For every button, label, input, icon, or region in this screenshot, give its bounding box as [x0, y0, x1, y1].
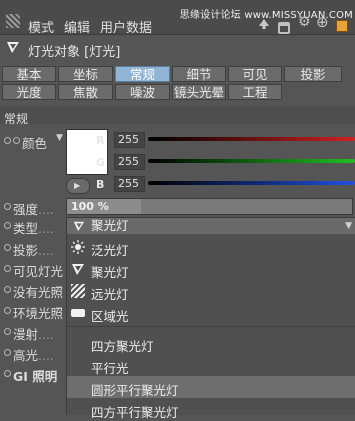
keyframe-bullet-icon[interactable]	[4, 265, 11, 272]
expand-triangle-icon[interactable]: ▼	[56, 133, 63, 143]
green-value-field[interactable]: 255	[114, 154, 145, 170]
dropdown-item-square-parallel-spot[interactable]: 四方平行聚光灯	[67, 398, 355, 420]
keyframe-bullet-icon[interactable]	[4, 370, 11, 377]
blue-channel-label: B	[96, 178, 105, 191]
play-arrow-icon: ▶	[74, 181, 81, 190]
gi-label: GI 照明	[13, 369, 58, 384]
specular-label: 高光....	[13, 348, 54, 363]
dropdown-item-label: 四方平行聚光灯	[91, 405, 179, 420]
color-label: 颜色	[22, 136, 48, 151]
lock-icon[interactable]	[278, 22, 290, 34]
visible-light-label: 可见灯光	[13, 264, 64, 279]
red-value-field[interactable]: 255	[114, 132, 145, 148]
dropdown-item-label: 远光灯	[91, 287, 129, 302]
tab-general[interactable]: 常规	[115, 66, 170, 82]
keyframe-bullet-icon[interactable]	[4, 307, 11, 314]
keyframe-bullet-icon[interactable]	[4, 203, 11, 210]
menu-edit[interactable]: 编辑	[64, 17, 90, 36]
object-header: 灯光对象 [灯光]	[0, 36, 355, 62]
red-channel-label: R	[96, 134, 105, 147]
add-icon[interactable]: ⊕	[316, 13, 329, 31]
tab-details[interactable]: 细节	[172, 66, 226, 82]
dropdown-separator	[67, 326, 355, 327]
dropdown-item-round-parallel-spot[interactable]: 圆形平行聚光灯	[67, 376, 355, 398]
dropdown-item-label: 圆形平行聚光灯	[91, 383, 179, 398]
dropdown-item-infinite[interactable]: 远光灯	[67, 280, 355, 302]
dropdown-item-spot[interactable]: 聚光灯	[67, 258, 355, 280]
object-title: 灯光对象 [灯光]	[28, 45, 121, 60]
intensity-label: 强度....	[13, 202, 54, 217]
tab-noise[interactable]: 噪波	[115, 84, 170, 100]
keyframe-bullet-icon[interactable]	[4, 328, 11, 335]
tab-coordinates[interactable]: 坐标	[58, 66, 113, 82]
blue-slider[interactable]	[148, 181, 355, 185]
intensity-value: 100 %	[71, 200, 109, 213]
green-channel-label: G	[96, 156, 106, 169]
keyframe-bullet-icon[interactable]	[4, 349, 11, 356]
menu-user-data[interactable]: 用户数据	[100, 17, 152, 36]
type-label: 类型....	[13, 221, 54, 236]
no-light-label: 没有光照	[13, 285, 64, 300]
dropdown-item-square-spot[interactable]: 四方聚光灯	[67, 332, 355, 354]
light-type-dropdown: 泛光灯 聚光灯 远光灯 区域光 四方聚光灯 平行光 圆形平行聚光灯 四方平行聚光…	[66, 234, 355, 420]
menu-mode[interactable]: 模式	[28, 17, 54, 36]
intensity-slider[interactable]: 100 %	[66, 198, 353, 215]
light-type-value: 聚光灯	[91, 218, 129, 233]
grip-handle-icon[interactable]	[6, 14, 20, 28]
tab-lens-flare[interactable]: 镜头光晕	[172, 84, 226, 100]
chevron-down-icon: ▼	[345, 221, 352, 231]
blue-value-field[interactable]: 255	[114, 176, 145, 192]
dropdown-item-label: 四方聚光灯	[91, 339, 154, 354]
dropdown-item-area[interactable]: 区域光	[67, 302, 355, 324]
color-mode-toggle[interactable]: ▶	[66, 178, 90, 194]
keyframe-bullet-icon[interactable]	[4, 137, 11, 144]
spot-light-icon	[7, 42, 19, 53]
diffuse-label: 漫射....	[13, 327, 54, 342]
dropdown-item-omni[interactable]: 泛光灯	[67, 236, 355, 258]
shadow-label: 投影....	[13, 243, 54, 258]
dropdown-item-label: 聚光灯	[91, 265, 129, 280]
animate-bullet-icon[interactable]	[13, 137, 20, 144]
tab-visibility[interactable]: 可见	[228, 66, 282, 82]
light-type-select[interactable]: 聚光灯 ▼	[66, 217, 355, 235]
keyframe-bullet-icon[interactable]	[4, 244, 11, 251]
up-arrow-icon[interactable]	[258, 18, 270, 30]
spot-light-icon	[73, 221, 85, 232]
red-slider[interactable]	[148, 137, 355, 141]
green-slider[interactable]	[148, 159, 355, 163]
dropdown-item-label: 平行光	[91, 361, 129, 376]
new-panel-icon[interactable]	[336, 20, 348, 32]
dropdown-item-label: 泛光灯	[91, 243, 129, 258]
tab-project[interactable]: 工程	[228, 84, 282, 100]
dropdown-item-label: 区域光	[91, 309, 129, 324]
tab-shadow[interactable]: 投影	[284, 66, 342, 82]
keyframe-bullet-icon[interactable]	[4, 222, 11, 229]
tab-caustics[interactable]: 焦散	[58, 84, 113, 100]
ambient-light-label: 环境光照	[13, 306, 64, 321]
keyframe-bullet-icon[interactable]	[4, 286, 11, 293]
tab-photometric[interactable]: 光度	[2, 84, 56, 100]
omni-light-icon	[71, 240, 85, 254]
dropdown-item-parallel[interactable]: 平行光	[67, 354, 355, 376]
infinite-light-icon	[71, 284, 85, 298]
tab-basic[interactable]: 基本	[2, 66, 56, 82]
gear-icon[interactable]: ⚙	[298, 14, 311, 30]
section-header	[0, 106, 355, 124]
spot-light-icon	[72, 264, 84, 275]
area-light-icon	[71, 309, 85, 317]
section-title: 常规	[4, 112, 29, 126]
